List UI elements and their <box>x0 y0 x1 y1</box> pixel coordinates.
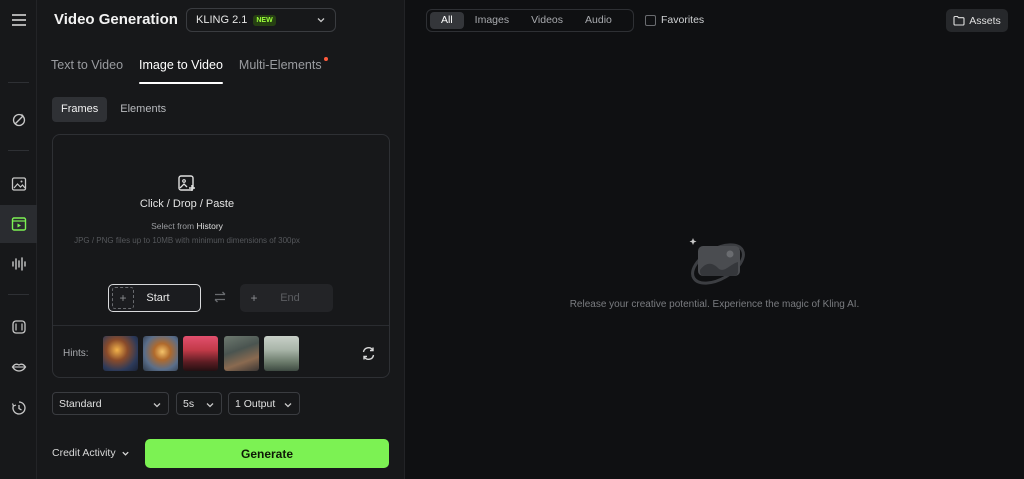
history-link[interactable]: History <box>196 221 222 231</box>
rail-history-button[interactable] <box>0 389 37 427</box>
rail-lipsync-button[interactable] <box>0 348 37 386</box>
hint-thumbnail[interactable] <box>264 336 299 371</box>
hints-row: Hints: <box>53 325 389 377</box>
chevron-down-icon <box>284 403 292 408</box>
add-image-icon <box>178 175 195 191</box>
mode-tabs: Text to Video Image to Video Multi-Eleme… <box>51 57 338 84</box>
quality-value: Standard <box>59 397 102 410</box>
start-frame-label: Start <box>146 292 170 304</box>
audio-wave-icon <box>11 257 26 271</box>
media-filter-group: All Images Videos Audio <box>426 9 634 32</box>
duration-value: 5s <box>183 397 195 410</box>
chevron-down-icon <box>317 18 325 23</box>
chevron-down-icon <box>206 403 214 408</box>
upload-instruction: Click / Drop / Paste <box>139 198 235 210</box>
sparkle-brush-icon <box>12 113 25 127</box>
rail-effects-button[interactable] <box>0 308 37 346</box>
hint-thumbnail[interactable] <box>183 336 218 371</box>
generate-button[interactable]: Generate <box>145 439 389 468</box>
tab-text-to-video[interactable]: Text to Video <box>51 58 123 84</box>
rail-creative-button[interactable] <box>0 101 37 139</box>
folder-icon <box>953 15 965 26</box>
swap-icon[interactable] <box>213 290 227 304</box>
quality-select[interactable]: Standard <box>52 392 169 415</box>
select-from-label: Select from <box>151 221 195 231</box>
plus-icon: + <box>112 287 134 309</box>
file-requirements: JPG / PNG files up to 10MB with minimum … <box>74 236 300 245</box>
assets-button[interactable]: Assets <box>946 9 1008 32</box>
menu-icon <box>11 14 26 26</box>
left-rail <box>0 0 37 479</box>
rail-image-button[interactable] <box>0 165 37 203</box>
duration-select[interactable]: 5s <box>176 392 222 415</box>
filter-videos[interactable]: Videos <box>520 12 574 29</box>
filter-all[interactable]: All <box>430 12 464 29</box>
rail-video-button[interactable] <box>0 205 37 243</box>
subtab-elements[interactable]: Elements <box>111 97 175 122</box>
start-frame-button[interactable]: + Start <box>108 284 201 312</box>
hint-thumbnail[interactable] <box>143 336 178 371</box>
select-from-history: Select from History <box>53 221 321 231</box>
chevron-down-icon <box>153 403 161 408</box>
empty-state-icon <box>689 238 745 285</box>
generation-panel: Video Generation KLING 2.1 NEW Text to V… <box>37 0 405 479</box>
effects-icon <box>11 320 26 334</box>
tab-image-to-video[interactable]: Image to Video <box>139 58 223 84</box>
favorites-toggle[interactable]: Favorites <box>645 14 704 26</box>
upload-dropzone[interactable]: Click / Drop / Paste Select from History… <box>52 134 390 378</box>
new-badge: NEW <box>253 14 276 26</box>
plus-icon: + <box>250 291 258 305</box>
hint-thumbnail[interactable] <box>103 336 138 371</box>
assets-label: Assets <box>969 14 1001 27</box>
page-title: Video Generation <box>54 11 178 28</box>
filter-images[interactable]: Images <box>464 12 520 29</box>
model-select[interactable]: KLING 2.1 NEW <box>186 8 336 32</box>
credit-activity-dropdown[interactable]: Credit Activity <box>52 447 130 459</box>
image-icon <box>11 177 26 191</box>
menu-button[interactable] <box>0 1 37 39</box>
sub-tabs: Frames Elements <box>52 97 179 122</box>
credit-activity-label: Credit Activity <box>52 447 116 459</box>
model-label: KLING 2.1 <box>196 14 248 26</box>
filter-audio[interactable]: Audio <box>574 12 623 29</box>
video-icon <box>11 217 26 231</box>
tab-multi-elements[interactable]: Multi-Elements <box>238 57 328 84</box>
hints-label: Hints: <box>63 348 89 359</box>
hint-thumbnail[interactable] <box>224 336 259 371</box>
tab-multi-elements-label: Multi-Elements <box>238 58 322 72</box>
subtab-frames[interactable]: Frames <box>52 97 108 122</box>
end-frame-button[interactable]: + End <box>240 284 333 312</box>
lips-icon <box>11 363 26 372</box>
refresh-icon[interactable] <box>361 346 376 361</box>
app-root: Video Generation KLING 2.1 NEW Text to V… <box>0 0 1024 479</box>
chevron-down-icon <box>121 451 129 456</box>
rail-audio-button[interactable] <box>0 245 37 283</box>
output-count-value: 1 Output <box>235 397 276 410</box>
empty-state-message: Release your creative potential. Experie… <box>569 299 860 310</box>
notification-dot <box>323 57 328 61</box>
favorites-label: Favorites <box>661 14 705 26</box>
end-frame-label: End <box>280 292 300 304</box>
favorites-checkbox[interactable] <box>645 14 656 26</box>
output-count-select[interactable]: 1 Output <box>228 392 300 415</box>
history-icon <box>11 401 26 415</box>
